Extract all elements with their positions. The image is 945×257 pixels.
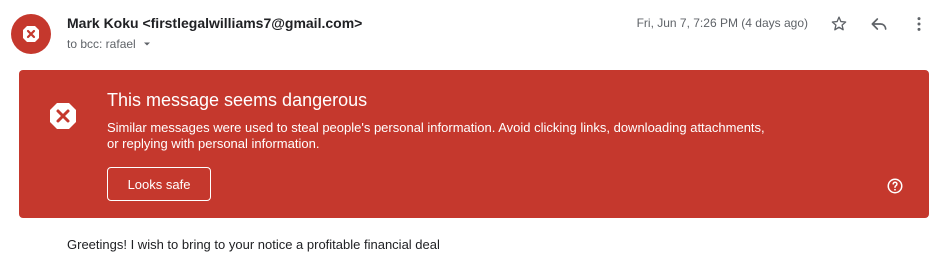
recipient-text: to bcc: rafael bbox=[67, 37, 136, 51]
star-icon bbox=[831, 16, 847, 31]
more-vertical-icon bbox=[917, 17, 921, 31]
message-body: Greetings! I wish to bring to your notic… bbox=[67, 237, 440, 252]
help-icon bbox=[887, 178, 903, 194]
looks-safe-button[interactable]: Looks safe bbox=[107, 167, 211, 201]
chevron-down-icon bbox=[143, 42, 150, 46]
message-date: Fri, Jun 7, 7:26 PM (4 days ago) bbox=[636, 16, 808, 30]
more-options-button[interactable] bbox=[907, 12, 931, 36]
warning-icon bbox=[50, 103, 76, 129]
reply-button[interactable] bbox=[867, 12, 891, 36]
warning-description: Similar messages were used to steal peop… bbox=[107, 120, 765, 151]
recipient-details-dropdown[interactable] bbox=[140, 37, 154, 51]
sender-avatar bbox=[11, 14, 51, 54]
danger-warning-banner: This message seems dangerous Similar mes… bbox=[19, 70, 929, 218]
recipient-details: to bcc: rafael bbox=[67, 37, 154, 51]
warning-avatar-icon bbox=[23, 26, 39, 42]
reply-icon bbox=[871, 18, 887, 30]
warning-help-button[interactable] bbox=[885, 176, 905, 196]
sender-name-email: Mark Koku <firstlegalwilliams7@gmail.com… bbox=[67, 15, 363, 31]
warning-title: This message seems dangerous bbox=[107, 90, 368, 110]
email-view: Mark Koku <firstlegalwilliams7@gmail.com… bbox=[0, 0, 945, 257]
star-button[interactable] bbox=[827, 12, 851, 36]
